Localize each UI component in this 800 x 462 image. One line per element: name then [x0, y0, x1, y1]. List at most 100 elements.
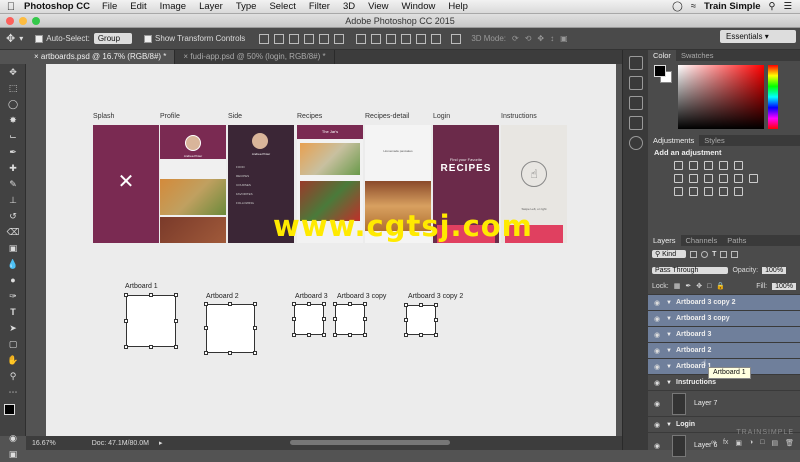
transform-handle[interactable] — [322, 333, 326, 337]
layer-row[interactable]: ◉ ▼ Artboard 3 — [648, 326, 800, 342]
horizontal-scrollbar[interactable] — [290, 440, 450, 445]
app-menu[interactable]: Photoshop CC — [24, 1, 90, 12]
lock-position-icon[interactable]: ✥ — [696, 282, 702, 290]
pen-tool-icon[interactable]: ✑ — [0, 288, 26, 304]
transform-handle[interactable] — [174, 345, 178, 349]
vibrance-icon[interactable] — [734, 161, 743, 170]
new-adjustment-icon[interactable]: ◑ — [749, 439, 753, 450]
info-panel-icon[interactable] — [628, 96, 643, 110]
transform-handle[interactable] — [149, 293, 153, 297]
type-tool-icon[interactable]: T — [0, 304, 26, 320]
transform-handle[interactable] — [434, 318, 438, 322]
menu-filter[interactable]: Filter — [309, 1, 330, 12]
align-right-icon[interactable] — [334, 33, 345, 44]
creative-cloud-panel-icon[interactable] — [628, 136, 643, 150]
hue-slider[interactable] — [768, 65, 778, 129]
levels-icon[interactable] — [689, 161, 698, 170]
close-window-button[interactable] — [6, 17, 14, 25]
artboard-label-side[interactable]: Side — [228, 113, 242, 120]
tab-adjustments[interactable]: Adjustments — [648, 135, 700, 146]
filter-type-icon[interactable]: T — [712, 251, 716, 258]
transform-handle[interactable] — [149, 345, 153, 349]
gradient-tool-icon[interactable]: ▣ — [0, 240, 26, 256]
filter-smart-icon[interactable] — [731, 250, 739, 258]
black-white-icon[interactable] — [704, 174, 713, 183]
tab-fudi-app[interactable]: × fudi-app.psd @ 50% (login, RGB/8#) * — [175, 50, 335, 64]
search-icon[interactable]: ⚲ — [769, 1, 776, 12]
history-brush-tool-icon[interactable]: ↺ — [0, 208, 26, 224]
color-lookup-icon[interactable] — [749, 174, 758, 183]
path-select-tool-icon[interactable]: ➤ — [0, 320, 26, 336]
show-transform-checkbox[interactable] — [144, 34, 153, 43]
lock-transparent-icon[interactable]: ▦ — [674, 282, 681, 290]
menu-type[interactable]: Type — [236, 1, 257, 12]
empty-artboard-label[interactable]: Artboard 2 — [206, 293, 239, 300]
transform-handle[interactable] — [333, 317, 337, 321]
transform-handle[interactable] — [124, 345, 128, 349]
tab-layers[interactable]: Layers — [648, 235, 681, 246]
auto-align-icon[interactable] — [451, 33, 462, 44]
tab-close-icon[interactable]: × — [183, 52, 188, 61]
transform-handle[interactable] — [348, 333, 352, 337]
artboard-label-recipes-detail[interactable]: Recipes-detail — [365, 113, 409, 120]
lock-brush-icon[interactable]: ✒ — [685, 282, 691, 290]
transform-handle[interactable] — [292, 333, 296, 337]
transform-handle[interactable] — [174, 293, 178, 297]
distribute-hcenter-icon[interactable] — [416, 33, 427, 44]
menu-help[interactable]: Help — [448, 1, 468, 12]
photo-filter-icon[interactable] — [719, 174, 728, 183]
3d-orbit-icon[interactable]: ⟳ — [512, 34, 519, 43]
transform-handle[interactable] — [333, 302, 337, 306]
color-picker-field[interactable] — [678, 65, 764, 129]
visibility-eye-icon[interactable]: ◉ — [648, 299, 666, 307]
auto-select-dropdown[interactable]: Group — [93, 33, 133, 44]
filter-adjust-icon[interactable] — [701, 250, 709, 258]
transform-handle[interactable] — [419, 333, 423, 337]
history-panel-icon[interactable] — [628, 56, 643, 70]
link-layers-icon[interactable]: ∞ — [711, 439, 716, 450]
disclosure-triangle-icon[interactable]: ▼ — [666, 316, 676, 322]
layer-filter-dropdown[interactable]: ⚲ Kind — [652, 250, 687, 258]
artboard-splash[interactable]: ✕ — [93, 125, 159, 243]
transform-handle[interactable] — [228, 351, 232, 355]
transform-handle[interactable] — [363, 302, 367, 306]
color-balance-icon[interactable] — [689, 174, 698, 183]
empty-artboard-1[interactable] — [124, 293, 178, 349]
disclosure-triangle-icon[interactable]: ▼ — [666, 348, 676, 354]
lasso-tool-icon[interactable]: ◯ — [0, 96, 26, 112]
transform-handle[interactable] — [404, 303, 408, 307]
add-mask-icon[interactable]: ▣ — [735, 439, 742, 450]
screen-mode-icon[interactable]: ▣ — [0, 446, 26, 462]
disclosure-triangle-icon[interactable]: ▼ — [666, 300, 676, 306]
wifi-icon[interactable]: ≈ — [691, 1, 696, 12]
color-swatches[interactable] — [0, 400, 26, 430]
zoom-level[interactable]: 16.67% — [32, 440, 56, 447]
menu-select[interactable]: Select — [269, 1, 295, 12]
rectangle-tool-icon[interactable]: ▢ — [0, 336, 26, 352]
align-left-icon[interactable] — [304, 33, 315, 44]
opacity-input[interactable]: 100% — [762, 266, 787, 274]
crop-tool-icon[interactable]: ⌙ — [0, 128, 26, 144]
menu-file[interactable]: File — [102, 1, 117, 12]
tab-paths[interactable]: Paths — [722, 235, 751, 246]
visibility-eye-icon[interactable]: ◉ — [648, 315, 666, 323]
transform-handle[interactable] — [292, 302, 296, 306]
transform-handle[interactable] — [307, 333, 311, 337]
transform-handle[interactable] — [204, 351, 208, 355]
transform-handle[interactable] — [434, 303, 438, 307]
transform-handle[interactable] — [253, 326, 257, 330]
marquee-tool-icon[interactable]: ⬚ — [0, 80, 26, 96]
libraries-panel-icon[interactable] — [628, 116, 643, 130]
clone-stamp-tool-icon[interactable]: ⊥ — [0, 192, 26, 208]
new-layer-icon[interactable]: ▤ — [771, 439, 778, 450]
new-group-icon[interactable]: □ — [760, 439, 764, 450]
visibility-eye-icon[interactable]: ◉ — [648, 421, 666, 429]
distribute-bottom-icon[interactable] — [386, 33, 397, 44]
3d-scale-icon[interactable]: ▣ — [560, 34, 568, 43]
workspace-switcher[interactable]: Essentials ▾ — [720, 30, 796, 43]
menu-image[interactable]: Image — [160, 1, 186, 12]
document-area[interactable]: Splash Profile Side Recipes Recipes-deta… — [46, 64, 616, 436]
transform-handle[interactable] — [253, 302, 257, 306]
transform-handle[interactable] — [404, 333, 408, 337]
transform-handle[interactable] — [124, 319, 128, 323]
